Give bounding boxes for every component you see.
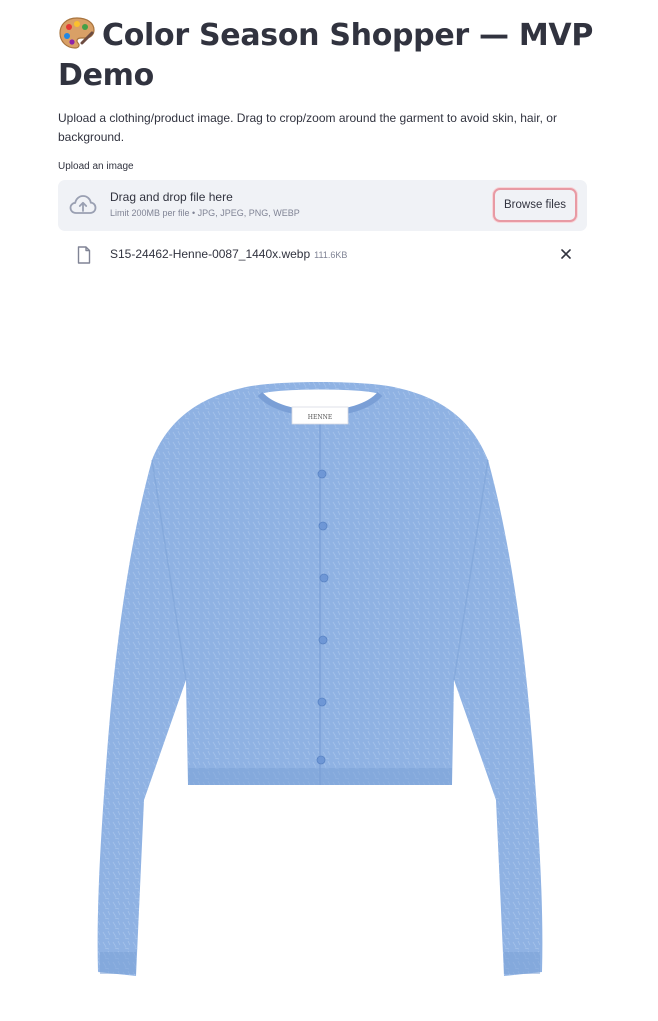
page-title: Color Season Shopper — MVP Demo: [58, 16, 598, 96]
file-dropzone[interactable]: Drag and drop file here Limit 200MB per …: [58, 180, 587, 231]
page-description: Upload a clothing/product image. Drag to…: [58, 111, 557, 144]
close-icon[interactable]: [559, 247, 573, 261]
dropzone-instructions: Drag and drop file here: [110, 190, 233, 204]
uploaded-file-item: S15-24462-Henne-0087_1440x.webp 111.6KB: [58, 240, 587, 270]
product-image-cropper[interactable]: HENNE: [92, 380, 548, 982]
file-icon: [77, 246, 91, 264]
uploaded-file-name: S15-24462-Henne-0087_1440x.webp 111.6KB: [110, 247, 347, 261]
file-size-text: 111.6KB: [314, 250, 348, 260]
garment-label-text: HENNE: [308, 414, 333, 421]
page-title-text: Color Season Shopper — MVP Demo: [58, 18, 594, 93]
file-name-text: S15-24462-Henne-0087_1440x.webp: [110, 247, 311, 261]
artist-palette-icon: [59, 17, 95, 49]
browse-files-button[interactable]: Browse files: [493, 188, 577, 222]
cardigan-garment: HENNE: [97, 382, 543, 976]
uploader-label: Upload an image: [58, 161, 134, 172]
dropzone-limit-text: Limit 200MB per file • JPG, JPEG, PNG, W…: [110, 208, 300, 218]
app-page: Color Season Shopper — MVP Demo Upload a…: [0, 0, 658, 1021]
cloud-upload-icon: [69, 195, 97, 214]
